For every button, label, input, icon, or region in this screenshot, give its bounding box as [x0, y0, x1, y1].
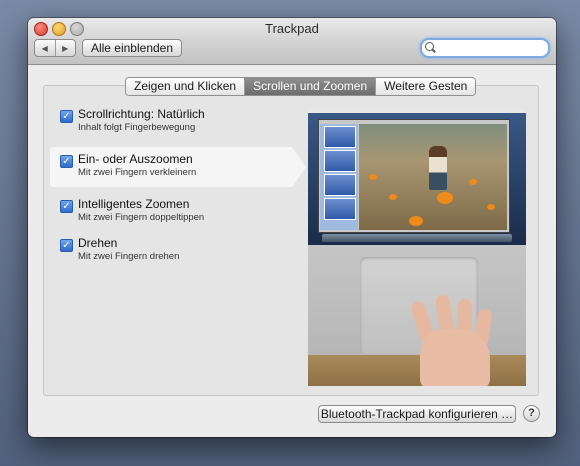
search-field[interactable] [420, 38, 550, 58]
palm [420, 329, 490, 386]
pumpkin [469, 179, 477, 185]
option-zoom-in-out[interactable]: ✓ Ein- oder Auszoomen Mit zwei Fingern v… [50, 147, 306, 187]
forward-button[interactable]: ▶ [54, 40, 76, 56]
preferences-window: Trackpad ◀ ▶ Alle einblenden Zeigen und … [28, 18, 556, 437]
tab-weitere-gesten[interactable]: Weitere Gesten [375, 78, 476, 95]
preview-menubar [308, 109, 526, 113]
show-all-button[interactable]: Alle einblenden [82, 39, 182, 57]
rotate-checkbox[interactable]: ✓ [60, 239, 73, 252]
pumpkin [487, 204, 495, 210]
pumpkin [409, 216, 423, 226]
preview-dock [322, 234, 512, 242]
option-subtitle: Mit zwei Fingern verkleinern [78, 167, 197, 178]
back-button[interactable]: ◀ [35, 40, 55, 56]
pumpkin-patch-photo [359, 124, 507, 230]
back-forward-control: ◀ ▶ [34, 39, 76, 57]
preview-screen [308, 109, 526, 245]
photo-thumbnail [324, 198, 356, 220]
chevron-right-icon: ▶ [62, 43, 69, 53]
tab-zeigen-und-klicken[interactable]: Zeigen und Klicken [126, 78, 245, 95]
window-title: Trackpad [265, 21, 319, 36]
girl-figure [429, 146, 447, 190]
pumpkin [437, 192, 453, 204]
tab-bar: Zeigen und Klicken Scrollen und Zoomen W… [125, 77, 477, 96]
option-title: Scrollrichtung: Natürlich [78, 107, 205, 121]
option-title: Ein- oder Auszoomen [78, 152, 193, 166]
pumpkin [389, 194, 397, 200]
photo-thumbnail [324, 150, 356, 172]
option-subtitle: Inhalt folgt Fingerbewegung [78, 122, 196, 133]
photo-thumbnail [324, 126, 356, 148]
bluetooth-trackpad-button[interactable]: Bluetooth-Trackpad konfigurieren … [318, 405, 516, 423]
search-input[interactable] [436, 40, 540, 54]
tab-scrollen-und-zoomen[interactable]: Scrollen und Zoomen [244, 78, 376, 95]
chevron-left-icon: ◀ [41, 43, 48, 53]
preview-trackpad [308, 245, 526, 386]
zoom-in-out-checkbox[interactable]: ✓ [60, 155, 73, 168]
option-subtitle: Mit zwei Fingern drehen [78, 251, 180, 262]
option-subtitle: Mit zwei Fingern doppeltippen [78, 212, 205, 223]
hand-gesture [406, 294, 502, 386]
title-bar: Trackpad ◀ ▶ Alle einblenden [28, 18, 556, 65]
preview-photo-app [318, 119, 510, 233]
option-rotate[interactable]: ✓ Drehen Mit zwei Fingern drehen [50, 231, 292, 271]
option-smart-zoom[interactable]: ✓ Intelligentes Zoomen Mit zwei Fingern … [50, 192, 292, 232]
option-title: Drehen [78, 236, 118, 250]
search-icon [425, 42, 434, 51]
pumpkin [369, 174, 377, 180]
smart-zoom-checkbox[interactable]: ✓ [60, 200, 73, 213]
gesture-preview-video [308, 109, 526, 386]
option-title: Intelligentes Zoomen [78, 197, 190, 211]
help-button[interactable]: ? [523, 405, 540, 422]
preview-sidebar [320, 124, 358, 230]
photo-thumbnail [324, 174, 356, 196]
option-scroll-direction[interactable]: ✓ Scrollrichtung: Natürlich Inhalt folgt… [50, 102, 292, 142]
scroll-direction-checkbox[interactable]: ✓ [60, 110, 73, 123]
settings-panel: ✓ Scrollrichtung: Natürlich Inhalt folgt… [43, 85, 539, 396]
